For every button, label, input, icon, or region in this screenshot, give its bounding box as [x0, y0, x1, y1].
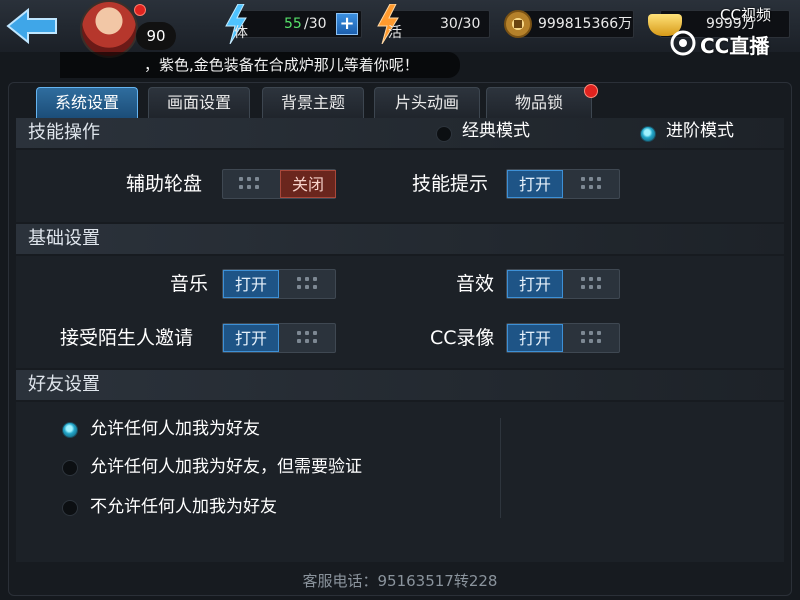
watermark-top: CC视频	[720, 6, 771, 24]
tab-label: 片头动画	[394, 93, 459, 112]
tab-item-lock[interactable]: 物品锁	[486, 87, 592, 119]
assist-wheel-toggle[interactable]: 关闭	[222, 169, 336, 199]
friend-option-radio-any[interactable]	[62, 422, 78, 438]
mode-classic-radio[interactable]	[436, 126, 452, 142]
skill-hint-toggle[interactable]: 打开	[506, 169, 620, 199]
toggle-grip-icon	[297, 277, 321, 291]
friend-section-divider	[500, 418, 501, 518]
player-level: 90	[136, 22, 176, 50]
service-phone-text: 客服电话：95163517转228	[302, 572, 498, 590]
friend-option-label-any: 允许任何人加我为好友	[90, 419, 260, 439]
ticker-text: ，紫色,金色装备在合成炉那儿等着你呢！	[144, 56, 419, 74]
tab-label: 物品锁	[514, 93, 563, 112]
sfx-label: 音效	[456, 273, 495, 295]
sfx-toggle[interactable]: 打开	[506, 269, 620, 299]
mode-classic-label: 经典模式	[462, 121, 530, 141]
tab-background-theme[interactable]: 背景主题	[262, 87, 364, 119]
activity-value: 30/30	[440, 16, 481, 32]
item-lock-notification-dot	[584, 84, 598, 98]
toggle-grip-icon	[581, 177, 605, 191]
stamina-current: 55	[284, 16, 302, 32]
section-title: 好友设置	[28, 374, 100, 395]
toggle-state: 打开	[223, 324, 279, 352]
tab-label: 系统设置	[54, 93, 119, 112]
stranger-invite-toggle[interactable]: 打开	[222, 323, 336, 353]
skill-hint-label: 技能提示	[412, 173, 489, 195]
stamina-max: /30	[304, 16, 327, 32]
toggle-grip-icon	[297, 331, 321, 345]
tab-label: 画面设置	[166, 93, 231, 112]
toggle-grip-icon	[581, 277, 605, 291]
tab-display-settings[interactable]: 画面设置	[148, 87, 250, 119]
friend-option-label-verify: 允许任何人加我为好友，但需要验证	[90, 457, 362, 477]
cc-record-label: CC录像	[430, 327, 495, 349]
add-stamina-button[interactable]: +	[336, 13, 358, 35]
toggle-state: 关闭	[280, 170, 336, 198]
assist-wheel-label: 辅助轮盘	[126, 173, 203, 195]
stamina-icon-label: 体	[234, 25, 248, 41]
back-arrow-icon	[6, 7, 57, 45]
toggle-state: 打开	[507, 170, 563, 198]
tab-label: 背景主题	[280, 93, 345, 112]
section-basic-body	[16, 256, 784, 368]
activity-icon-label: 活	[388, 25, 402, 41]
news-ticker: ，紫色,金色装备在合成炉那儿等着你呢！	[60, 52, 460, 78]
back-button[interactable]	[4, 6, 60, 46]
toggle-state: 打开	[223, 270, 279, 298]
section-friend-header: 好友设置	[16, 370, 784, 400]
friend-option-radio-verify[interactable]	[62, 460, 78, 476]
tab-system-settings[interactable]: 系统设置	[36, 87, 138, 119]
player-avatar[interactable]	[80, 0, 138, 58]
friend-option-label-none: 不允许任何人加我为好友	[90, 497, 277, 517]
music-label: 音乐	[170, 273, 209, 295]
watermark-main: CC直播	[700, 34, 770, 58]
coin-amount: 999815366万	[538, 16, 633, 32]
toggle-state: 打开	[507, 324, 563, 352]
tab-intro-animation[interactable]: 片头动画	[374, 87, 480, 119]
coin-icon	[504, 10, 532, 38]
stranger-invite-label: 接受陌生人邀请	[60, 327, 194, 349]
service-phone-footer: 客服电话：95163517转228	[8, 566, 792, 596]
toggle-state: 打开	[507, 270, 563, 298]
music-toggle[interactable]: 打开	[222, 269, 336, 299]
section-basic-header: 基础设置	[16, 224, 784, 254]
cc-logo-icon	[670, 30, 696, 56]
toggle-grip-icon	[239, 177, 263, 191]
mode-advanced-radio[interactable]	[640, 126, 656, 142]
toggle-grip-icon	[581, 331, 605, 345]
section-title: 基础设置	[28, 228, 100, 249]
mode-advanced-label: 进阶模式	[666, 121, 734, 141]
section-title: 技能操作	[28, 122, 100, 143]
avatar-notification-dot	[134, 4, 146, 16]
friend-option-radio-none[interactable]	[62, 500, 78, 516]
cc-record-toggle[interactable]: 打开	[506, 323, 620, 353]
